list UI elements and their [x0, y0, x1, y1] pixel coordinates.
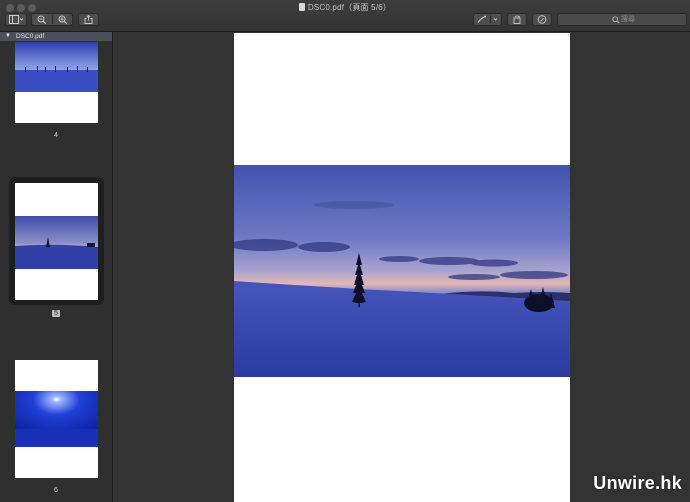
sidebar-view-icon	[9, 15, 23, 24]
search-icon	[612, 16, 620, 24]
zoom-in-icon	[58, 15, 68, 24]
window-toolbar: DSC0.pdf（頁面 5/6）	[0, 0, 690, 32]
share-button[interactable]	[78, 13, 99, 26]
page-number-label: 4	[54, 132, 58, 139]
zoom-in-button[interactable]	[53, 14, 73, 25]
page-thumbnail-4[interactable]	[15, 42, 98, 123]
document-icon	[298, 3, 305, 11]
window-title-text: DSC0.pdf（頁面 5/6）	[307, 3, 392, 12]
page-thumbnail-5[interactable]	[15, 183, 98, 300]
thumbnail-image	[15, 216, 98, 269]
rotate-button[interactable]	[507, 13, 527, 26]
search-field[interactable]	[557, 13, 687, 26]
zoom-out-icon	[37, 15, 47, 24]
thumbnail-sidebar: ▼ DSC0.pdf 4 5 6	[0, 32, 113, 502]
pdf-page	[234, 33, 570, 502]
sidebar-toggle-button[interactable]	[5, 13, 27, 26]
page-number-label: 5	[52, 310, 60, 317]
disclosure-triangle-icon[interactable]: ▼	[5, 32, 11, 41]
thumbnail-image	[15, 391, 98, 447]
sidebar-document-header[interactable]: ▼ DSC0.pdf	[0, 32, 112, 41]
zoom-control	[31, 13, 73, 26]
share-icon	[84, 15, 93, 24]
search-input[interactable]	[621, 14, 681, 25]
rotate-icon	[513, 15, 521, 24]
thumbnail-image	[15, 42, 98, 92]
zoom-out-button[interactable]	[32, 14, 52, 25]
page-thumbnail-6[interactable]	[15, 360, 98, 478]
annotate-button[interactable]	[532, 13, 552, 26]
page-photo	[234, 165, 570, 377]
document-view[interactable]	[113, 32, 690, 502]
watermark-text: Unwire.hk	[593, 473, 682, 493]
markup-circle-icon	[537, 15, 547, 24]
page-number-label: 6	[54, 487, 58, 494]
markup-pen-button[interactable]	[473, 13, 502, 26]
pen-icon	[477, 15, 498, 24]
sidebar-document-name: DSC0.pdf	[16, 33, 45, 40]
window-title: DSC0.pdf（頁面 5/6）	[0, 2, 690, 13]
